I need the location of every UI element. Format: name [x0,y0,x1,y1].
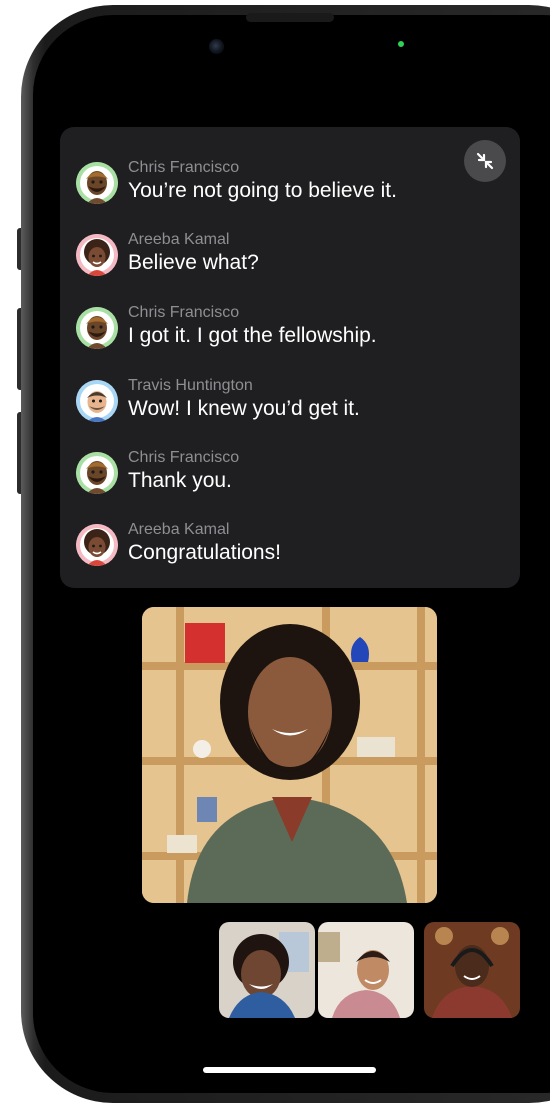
earpiece-speaker [246,13,334,22]
memoji-travis-avatar-icon [76,380,118,422]
caption-speaker-name: Areeba Kamal [128,231,230,248]
memoji-chris-avatar-icon [76,452,118,494]
caption-row: Chris Francisco Thank you. [76,449,496,499]
participant-video-image [142,607,437,903]
memoji-areeba-avatar-icon [76,524,118,566]
participant-thumbnail[interactable] [219,922,315,1018]
front-camera [209,39,224,54]
home-indicator[interactable] [203,1067,376,1073]
memoji-areeba-avatar-icon [76,234,118,276]
camera-in-use-indicator [398,41,404,47]
participant-video-image [424,922,520,1018]
participant-video-image [219,922,315,1018]
caption-row: Travis Huntington Wow! I knew you’d get … [76,377,496,427]
caption-row: Chris Francisco I got it. I got the fell… [76,304,496,354]
caption-text: Thank you. [128,469,232,492]
caption-speaker-name: Areeba Kamal [128,521,230,538]
caption-row: Areeba Kamal Believe what? [76,231,496,281]
participant-video-image [318,922,414,1018]
caption-speaker-name: Chris Francisco [128,304,240,321]
main-video-tile[interactable] [142,607,437,903]
caption-text: You’re not going to believe it. [128,179,397,202]
participant-thumbnail[interactable] [424,922,520,1018]
participant-thumbnail[interactable] [318,922,414,1018]
caption-speaker-name: Travis Huntington [128,377,253,394]
caption-speaker-name: Chris Francisco [128,159,240,176]
memoji-chris-avatar-icon [76,162,118,204]
caption-text: Congratulations! [128,541,281,564]
caption-text: Believe what? [128,251,259,274]
caption-text: Wow! I knew you’d get it. [128,397,360,420]
caption-text: I got it. I got the fellowship. [128,324,377,347]
caption-row: Areeba Kamal Congratulations! [76,521,496,571]
memoji-chris-avatar-icon [76,307,118,349]
phone-mockup: Chris Francisco You’re not going to beli… [0,0,550,1105]
caption-speaker-name: Chris Francisco [128,449,240,466]
caption-row: Chris Francisco You’re not going to beli… [76,159,496,209]
